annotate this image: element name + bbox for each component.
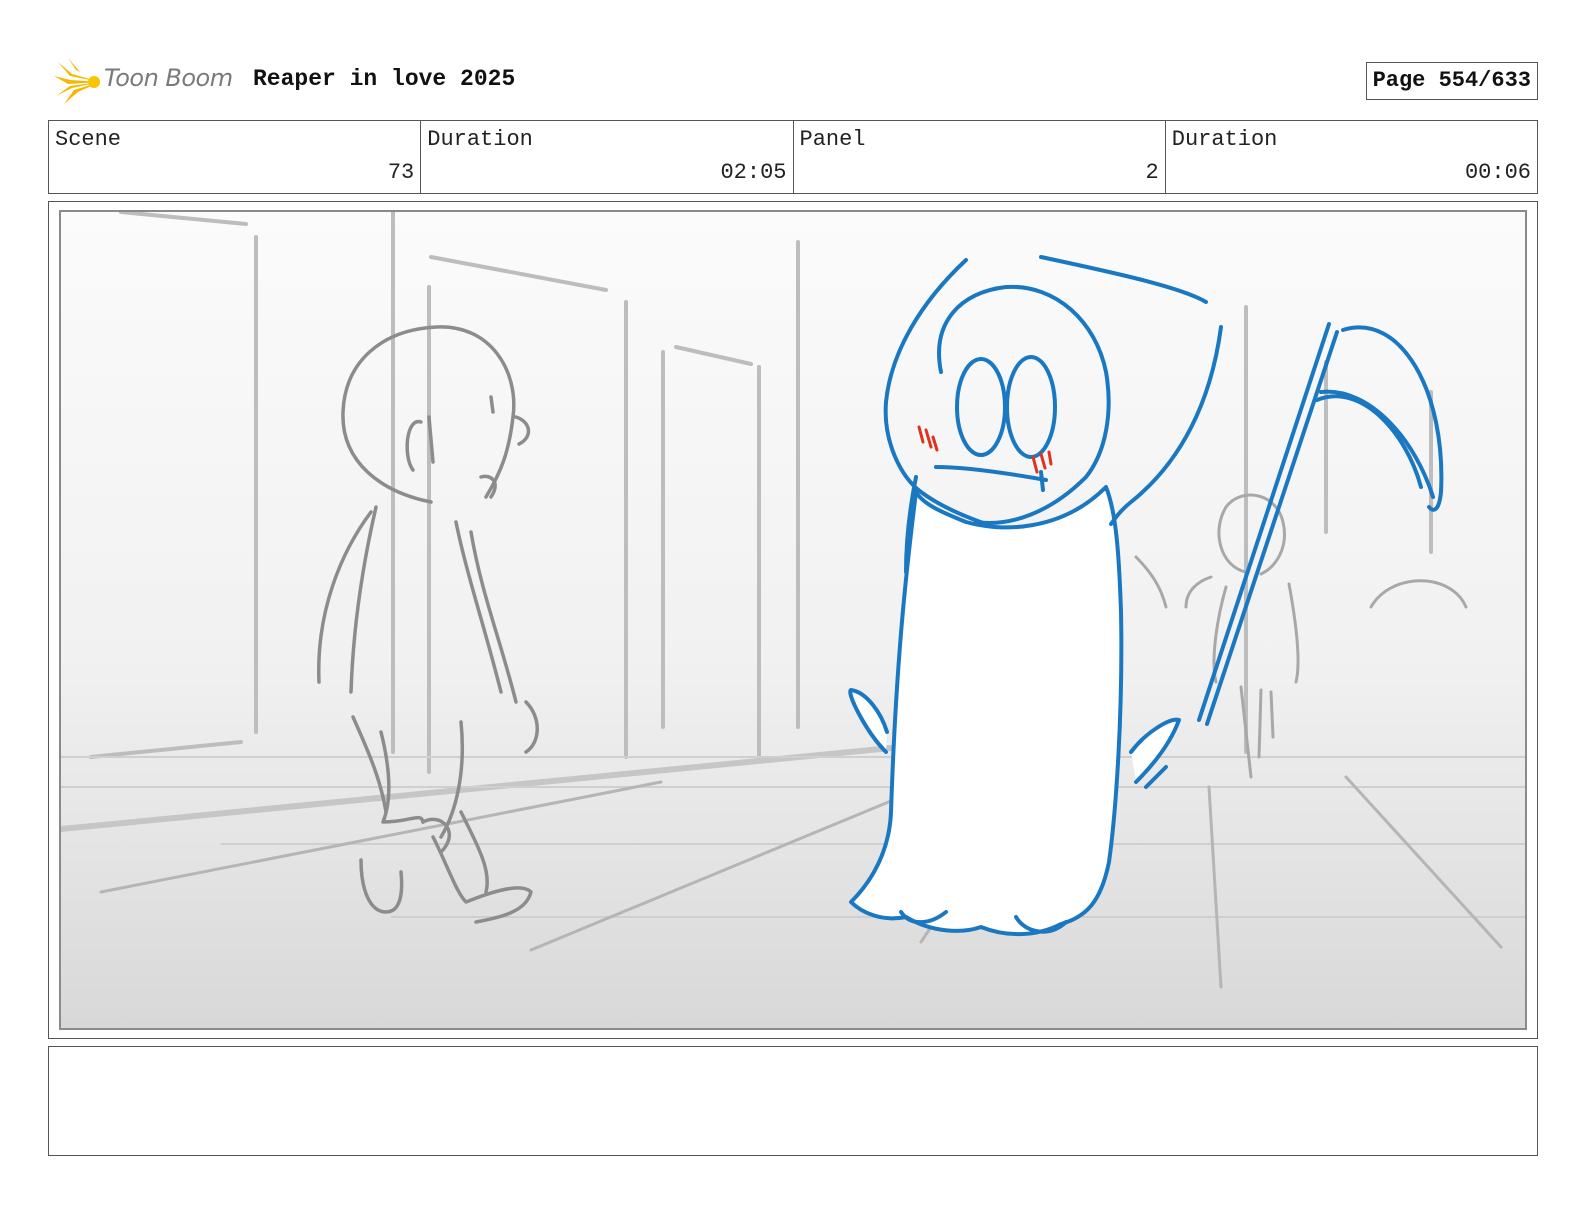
scene-cell: Scene 73 <box>49 121 422 193</box>
panel-value: 2 <box>1145 160 1159 185</box>
sketch-drawing <box>61 212 1525 1028</box>
scene-info-table: Scene 73 Duration 02:05 Panel 2 Duration… <box>48 120 1538 194</box>
panel-label: Panel <box>799 127 866 152</box>
scene-label: Scene <box>55 127 122 152</box>
panel-duration-label: Duration <box>1171 127 1278 152</box>
page-number: Page 554/633 <box>1365 62 1538 100</box>
scene-value: 73 <box>387 160 415 185</box>
page-header: Toon Boom Reaper in love 2025 Page 554/6… <box>48 56 1538 108</box>
scene-duration-label: Duration <box>427 127 533 152</box>
panel-duration-cell: Duration 00:06 <box>1166 121 1537 193</box>
panel-cell: Panel 2 <box>794 121 1166 193</box>
panel-frame <box>48 201 1538 1039</box>
scene-duration-value: 02:05 <box>720 160 787 185</box>
project-title: Reaper in love 2025 <box>253 66 516 92</box>
logo-text: Toon Boom <box>104 64 233 92</box>
starburst-icon <box>54 58 100 104</box>
scene-duration-cell: Duration 02:05 <box>421 121 794 193</box>
toon-boom-logo: Toon Boom <box>52 56 252 108</box>
panel-notes-box <box>48 1046 1538 1156</box>
panel-duration-value: 00:06 <box>1464 160 1531 185</box>
storyboard-panel-image <box>59 210 1527 1030</box>
panel-background <box>61 212 1525 1028</box>
